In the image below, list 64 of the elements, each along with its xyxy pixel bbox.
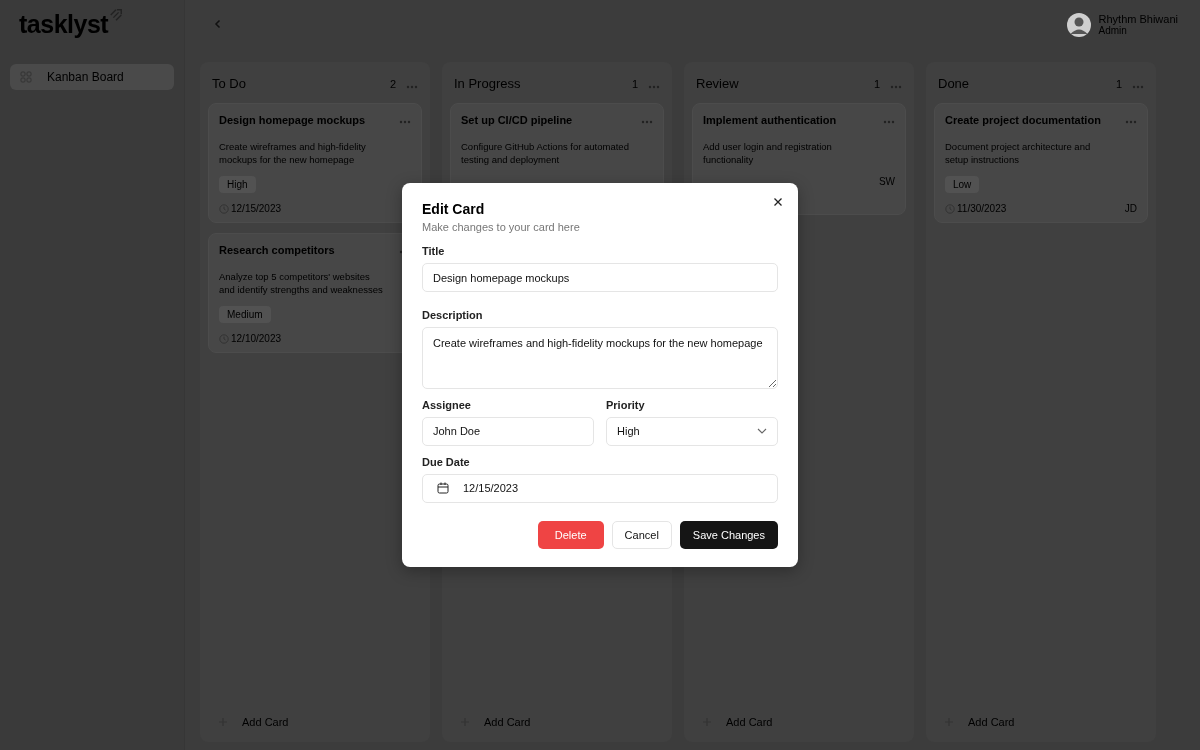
avatar-icon[interactable] xyxy=(1066,13,1091,37)
due-date: 12/10/2023 xyxy=(219,333,282,344)
back-icon[interactable] xyxy=(213,19,223,29)
add-card-button[interactable]: Add Card xyxy=(208,710,422,734)
assignee-field[interactable]: John Doe xyxy=(422,416,594,446)
priority-tag: Low xyxy=(945,176,980,193)
card-description: Configure GitHub Actions for automated testing and deployment xyxy=(461,140,629,166)
more-icon[interactable] xyxy=(883,120,895,124)
due-date: 12/15/2023 xyxy=(219,203,282,214)
title-field[interactable]: Design homepage mockups xyxy=(422,263,778,292)
dialog-subtitle: Make changes to your card here xyxy=(422,221,581,233)
priority-tag: High xyxy=(219,176,256,193)
card-description: Document project architecture and setup instructions xyxy=(945,140,1092,166)
card-title: Set up CI/CD pipeline xyxy=(461,114,573,126)
column-title: Review xyxy=(696,76,739,91)
logo: tasklyst xyxy=(19,9,109,40)
field-label: Title xyxy=(422,245,446,257)
add-card-button[interactable]: Add Card xyxy=(450,710,664,734)
more-icon[interactable] xyxy=(1125,120,1137,124)
task-card[interactable]: Create project documentation Document project architecture and setup instructions Low 11/30/2023 JD xyxy=(934,103,1148,223)
field-label: Description xyxy=(422,308,484,321)
column-title: Done xyxy=(938,76,970,91)
more-icon[interactable] xyxy=(399,120,411,124)
more-icon[interactable] xyxy=(406,84,418,89)
more-icon[interactable] xyxy=(890,84,902,89)
more-icon[interactable] xyxy=(648,84,660,89)
card-description: Create wireframes and high-fidelity mockups for the new homepage xyxy=(219,140,367,166)
card-description: Analyze top 5 competitors' websites and identify strengths and weaknesses xyxy=(219,270,384,296)
user-name: Rhythm Bhiwani xyxy=(1098,13,1178,25)
chevron-down-icon xyxy=(757,428,767,434)
date-picker-field[interactable]: 12/15/2023 xyxy=(422,473,778,503)
delete-button[interactable]: Delete xyxy=(537,521,604,549)
more-icon[interactable] xyxy=(1132,84,1144,89)
field-label: Due Date xyxy=(422,455,471,468)
card-title: Implement authentication xyxy=(703,114,837,126)
nav-item[interactable]: Kanban Board xyxy=(10,64,174,90)
due-date: 11/30/2023 xyxy=(945,203,1007,214)
calendar-icon xyxy=(437,482,449,494)
card-count: 1 xyxy=(1115,77,1122,90)
user-role: Admin xyxy=(1098,25,1127,37)
card-count: 2 xyxy=(389,77,396,90)
card-title: Create project documentation xyxy=(945,114,1101,126)
assignee-initials: JD xyxy=(1124,203,1137,214)
assignee-initials: SW xyxy=(878,176,895,187)
column-title: To Do xyxy=(212,76,246,91)
more-icon[interactable] xyxy=(641,120,653,124)
column-title: In Progress xyxy=(454,76,521,91)
card-count: 1 xyxy=(873,77,880,90)
card-title: Design homepage mockups xyxy=(219,114,366,126)
card-description: Add user login and registration functionality xyxy=(703,140,833,166)
arrows-icon xyxy=(109,8,124,22)
save-button[interactable]: Save Changes xyxy=(679,521,778,549)
close-icon[interactable] xyxy=(773,197,783,207)
field-label: Priority xyxy=(606,398,646,411)
priority-tag: Medium xyxy=(219,306,271,323)
cancel-button[interactable]: Cancel xyxy=(611,521,672,549)
card-count: 1 xyxy=(631,77,638,90)
field-label: Assignee xyxy=(422,398,472,411)
description-field[interactable]: Create wireframes and high-fidelity mockups for the new homepage xyxy=(422,326,778,389)
priority-dropdown[interactable]: High xyxy=(606,416,778,446)
add-card-button[interactable]: Add Card xyxy=(692,710,906,734)
task-card[interactable]: Design homepage mockups Create wireframes and high-fidelity mockups for the new homepage High 12/15/2023 xyxy=(208,103,422,223)
card-title: Research competitors xyxy=(219,244,335,256)
add-card-button[interactable]: Add Card xyxy=(934,710,1148,734)
